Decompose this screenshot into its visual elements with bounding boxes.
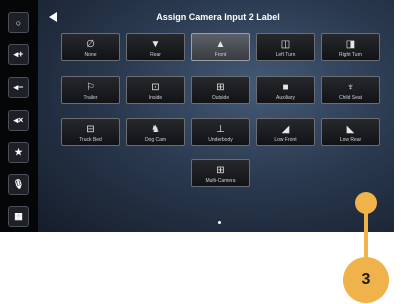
page-indicator-dot bbox=[218, 221, 221, 224]
dog-cam-icon: ♞ bbox=[151, 123, 160, 135]
circle-home-icon: ○ bbox=[15, 17, 22, 28]
inside-icon: ⊡ bbox=[151, 81, 160, 93]
multi-camera-icon: ⊞ bbox=[216, 164, 225, 176]
tile-none[interactable]: ∅ None bbox=[61, 33, 120, 61]
auxiliary-camera-icon: ■ bbox=[282, 81, 289, 93]
tile-multi-camera[interactable]: ⊞ Multi-Camera bbox=[191, 159, 250, 187]
tile-rear[interactable]: ▼ Rear bbox=[126, 33, 185, 61]
rear-icon: ▼ bbox=[150, 38, 161, 50]
outside-icon: ⊞ bbox=[216, 81, 225, 93]
volume-up-button[interactable]: ◂+ bbox=[8, 44, 29, 65]
mute-icon: ◂× bbox=[13, 115, 24, 125]
callout-number-badge: 3 bbox=[343, 257, 389, 303]
back-arrow-icon[interactable] bbox=[49, 12, 57, 22]
callout-number: 3 bbox=[361, 271, 371, 288]
infotainment-screen: ○ ◂+ ◂− ◂× ★ 🎙 ▦ Assign Camera Input 2 L… bbox=[0, 0, 394, 232]
tile-truck-bed[interactable]: ⊟ Truck Bed bbox=[61, 118, 120, 146]
page-title: Assign Camera Input 2 Label bbox=[156, 12, 280, 22]
voice-button[interactable]: 🎙 bbox=[8, 174, 29, 195]
tile-left-turn[interactable]: ◫ Left Turn bbox=[256, 33, 315, 61]
mute-button[interactable]: ◂× bbox=[8, 110, 29, 131]
tile-auxiliary[interactable]: ■ Auxiliary bbox=[256, 76, 315, 104]
tile-child-seat[interactable]: ♆ Child Seat bbox=[321, 76, 380, 104]
volume-up-icon: ◂+ bbox=[13, 49, 24, 59]
tile-front[interactable]: ▲ Front bbox=[191, 33, 250, 61]
tile-low-front[interactable]: ◢ Low Front bbox=[256, 118, 315, 146]
tile-dog-cam[interactable]: ♞ Dog Cam bbox=[126, 118, 185, 146]
truck-bed-icon: ⊟ bbox=[86, 123, 95, 135]
left-turn-icon: ◫ bbox=[280, 38, 291, 50]
tile-outside[interactable]: ⊞ Outside bbox=[191, 76, 250, 104]
child-seat-icon: ♆ bbox=[346, 81, 355, 93]
trailer-icon: ⚐ bbox=[86, 81, 95, 93]
favorites-button[interactable]: ★ bbox=[8, 142, 29, 163]
sidebar: ○ ◂+ ◂− ◂× ★ 🎙 ▦ bbox=[0, 0, 38, 232]
tile-right-turn[interactable]: ◨ Right Turn bbox=[321, 33, 380, 61]
volume-down-button[interactable]: ◂− bbox=[8, 77, 29, 98]
tile-low-rear[interactable]: ◣ Low Rear bbox=[321, 118, 380, 146]
apps-button[interactable]: ▦ bbox=[8, 206, 29, 227]
right-turn-icon: ◨ bbox=[345, 38, 356, 50]
low-front-icon: ◢ bbox=[281, 123, 290, 135]
microphone-icon: 🎙 bbox=[12, 179, 25, 189]
none-icon: ∅ bbox=[86, 38, 95, 50]
star-icon: ★ bbox=[14, 147, 23, 157]
home-button[interactable]: ○ bbox=[8, 12, 29, 33]
app-grid-icon: ▦ bbox=[14, 211, 23, 221]
main-panel: Assign Camera Input 2 Label ∅ None ▼ Rear … bbox=[38, 0, 394, 232]
front-icon: ▲ bbox=[215, 38, 226, 50]
tile-inside[interactable]: ⊡ Inside bbox=[126, 76, 185, 104]
volume-down-icon: ◂− bbox=[13, 82, 24, 92]
callout-leader-line bbox=[364, 210, 368, 260]
tile-trailer[interactable]: ⚐ Trailer bbox=[61, 76, 120, 104]
tile-underbody[interactable]: ⊥ Underbody bbox=[191, 118, 250, 146]
underbody-icon: ⊥ bbox=[216, 123, 225, 135]
low-rear-icon: ◣ bbox=[346, 123, 355, 135]
